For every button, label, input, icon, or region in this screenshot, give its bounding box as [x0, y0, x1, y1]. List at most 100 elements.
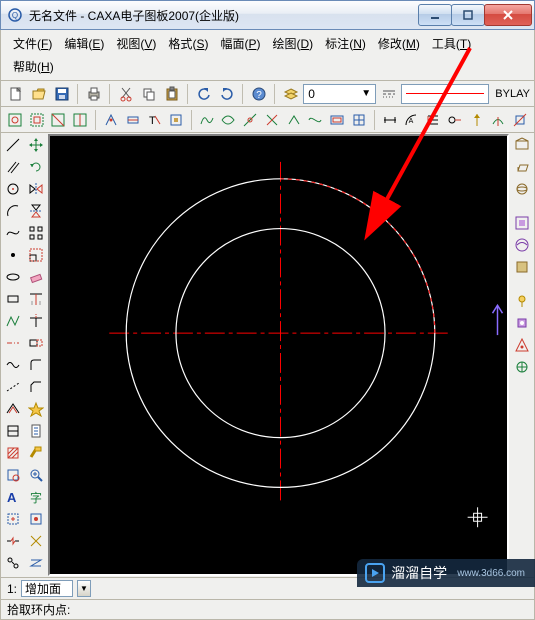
- arc-icon[interactable]: [3, 201, 23, 221]
- region-3-icon[interactable]: [49, 109, 69, 131]
- open-file-icon[interactable]: [28, 83, 49, 105]
- menu-modify[interactable]: 修改(M): [372, 32, 426, 55]
- menu-annot[interactable]: 标注(N): [319, 32, 372, 55]
- linetype-select[interactable]: [401, 84, 489, 104]
- light-2-icon[interactable]: [512, 313, 532, 333]
- curve-1-icon[interactable]: [197, 109, 217, 131]
- curve-5-icon[interactable]: [284, 109, 304, 131]
- mirror-v-icon[interactable]: [26, 201, 46, 221]
- cut-icon[interactable]: [115, 83, 136, 105]
- explode-icon[interactable]: [26, 399, 46, 419]
- paste-icon[interactable]: [161, 83, 182, 105]
- mode-field[interactable]: 增加面: [21, 580, 73, 597]
- move-icon[interactable]: [26, 135, 46, 155]
- dim-a-icon[interactable]: A: [401, 109, 421, 131]
- chamfer-icon[interactable]: [26, 377, 46, 397]
- menu-draw[interactable]: 绘图(D): [266, 32, 319, 55]
- array-icon[interactable]: [26, 223, 46, 243]
- block-q-icon[interactable]: [3, 465, 23, 485]
- curve-2-icon[interactable]: [219, 109, 239, 131]
- dim-d-icon[interactable]: [467, 109, 487, 131]
- mirror-h-icon[interactable]: [26, 179, 46, 199]
- break-icon[interactable]: [3, 531, 23, 551]
- hatch-b-icon[interactable]: [3, 443, 23, 463]
- tool-z-icon[interactable]: [26, 553, 46, 573]
- ellipse-icon[interactable]: [3, 267, 23, 287]
- region-2-icon[interactable]: [27, 109, 47, 131]
- offset-icon[interactable]: [3, 399, 23, 419]
- tool-b-icon[interactable]: [123, 109, 143, 131]
- extra-1-icon[interactable]: [3, 553, 23, 573]
- point-icon[interactable]: [3, 245, 23, 265]
- view-2-icon[interactable]: [512, 157, 532, 177]
- region-4-icon[interactable]: [70, 109, 90, 131]
- copy-icon[interactable]: [138, 83, 159, 105]
- menu-format[interactable]: 格式(S): [162, 32, 214, 55]
- curve-4-icon[interactable]: [262, 109, 282, 131]
- match-icon[interactable]: [26, 443, 46, 463]
- tool-y-icon[interactable]: [26, 531, 46, 551]
- menu-frame[interactable]: 幅面(P): [214, 32, 266, 55]
- insert-icon[interactable]: [3, 509, 23, 529]
- help-icon[interactable]: ?: [248, 83, 269, 105]
- region-1-icon[interactable]: [5, 109, 25, 131]
- frame-icon[interactable]: [327, 109, 347, 131]
- circle-icon[interactable]: [3, 179, 23, 199]
- stretch-icon[interactable]: [26, 333, 46, 353]
- tool-x-icon[interactable]: [26, 509, 46, 529]
- menu-help[interactable]: 帮助(H): [7, 55, 60, 78]
- erase-icon[interactable]: [26, 267, 46, 287]
- wave-icon[interactable]: [3, 355, 23, 375]
- dim-f-icon[interactable]: [510, 109, 530, 131]
- render-3-icon[interactable]: [512, 257, 532, 277]
- text-a-icon[interactable]: A: [3, 487, 23, 507]
- dim-c-icon[interactable]: [445, 109, 465, 131]
- rotate-icon[interactable]: [26, 157, 46, 177]
- curve-6-icon[interactable]: [306, 109, 326, 131]
- render-2-icon[interactable]: [512, 235, 532, 255]
- parallel-icon[interactable]: [3, 157, 23, 177]
- save-icon[interactable]: [51, 83, 72, 105]
- trim-icon[interactable]: [26, 289, 46, 309]
- print-icon[interactable]: [83, 83, 104, 105]
- zoom-in-icon[interactable]: [26, 465, 46, 485]
- line-icon[interactable]: [3, 135, 23, 155]
- new-file-icon[interactable]: [5, 83, 26, 105]
- layer-select[interactable]: 0 ▼: [303, 84, 376, 104]
- chain-icon[interactable]: [3, 377, 23, 397]
- centerline-icon[interactable]: [3, 333, 23, 353]
- curve-3-icon[interactable]: [240, 109, 260, 131]
- tool-a-icon[interactable]: [101, 109, 121, 131]
- linetype-icon[interactable]: [378, 83, 399, 105]
- drawing-canvas[interactable]: [50, 136, 507, 574]
- light-3-icon[interactable]: [512, 335, 532, 355]
- fillet-icon[interactable]: [26, 355, 46, 375]
- tool-c-icon[interactable]: T: [144, 109, 164, 131]
- menu-file[interactable]: 文件(F): [7, 32, 58, 55]
- rect-icon[interactable]: [3, 289, 23, 309]
- scale-icon[interactable]: [26, 245, 46, 265]
- view-1-icon[interactable]: [512, 135, 532, 155]
- menu-tools[interactable]: 工具(T): [426, 32, 477, 55]
- prop-icon[interactable]: [26, 421, 46, 441]
- text-b-icon[interactable]: 字: [26, 487, 46, 507]
- grid-icon[interactable]: [349, 109, 369, 131]
- menu-edit[interactable]: 编辑(E): [58, 32, 110, 55]
- spline-icon[interactable]: [3, 223, 23, 243]
- minimize-button[interactable]: [418, 4, 452, 26]
- extend-icon[interactable]: [26, 311, 46, 331]
- dim-e-icon[interactable]: [488, 109, 508, 131]
- hatch-a-icon[interactable]: [3, 421, 23, 441]
- dim-h-icon[interactable]: [380, 109, 400, 131]
- tool-d-icon[interactable]: [166, 109, 186, 131]
- light-4-icon[interactable]: [512, 357, 532, 377]
- light-1-icon[interactable]: [512, 291, 532, 311]
- layers-icon[interactable]: [280, 83, 301, 105]
- render-1-icon[interactable]: [512, 213, 532, 233]
- menu-view[interactable]: 视图(V): [110, 32, 162, 55]
- maximize-button[interactable]: [451, 4, 485, 26]
- undo-icon[interactable]: [193, 83, 214, 105]
- dim-t-icon[interactable]: [423, 109, 443, 131]
- redo-icon[interactable]: [216, 83, 237, 105]
- mode-dropdown-button[interactable]: ▼: [77, 580, 91, 597]
